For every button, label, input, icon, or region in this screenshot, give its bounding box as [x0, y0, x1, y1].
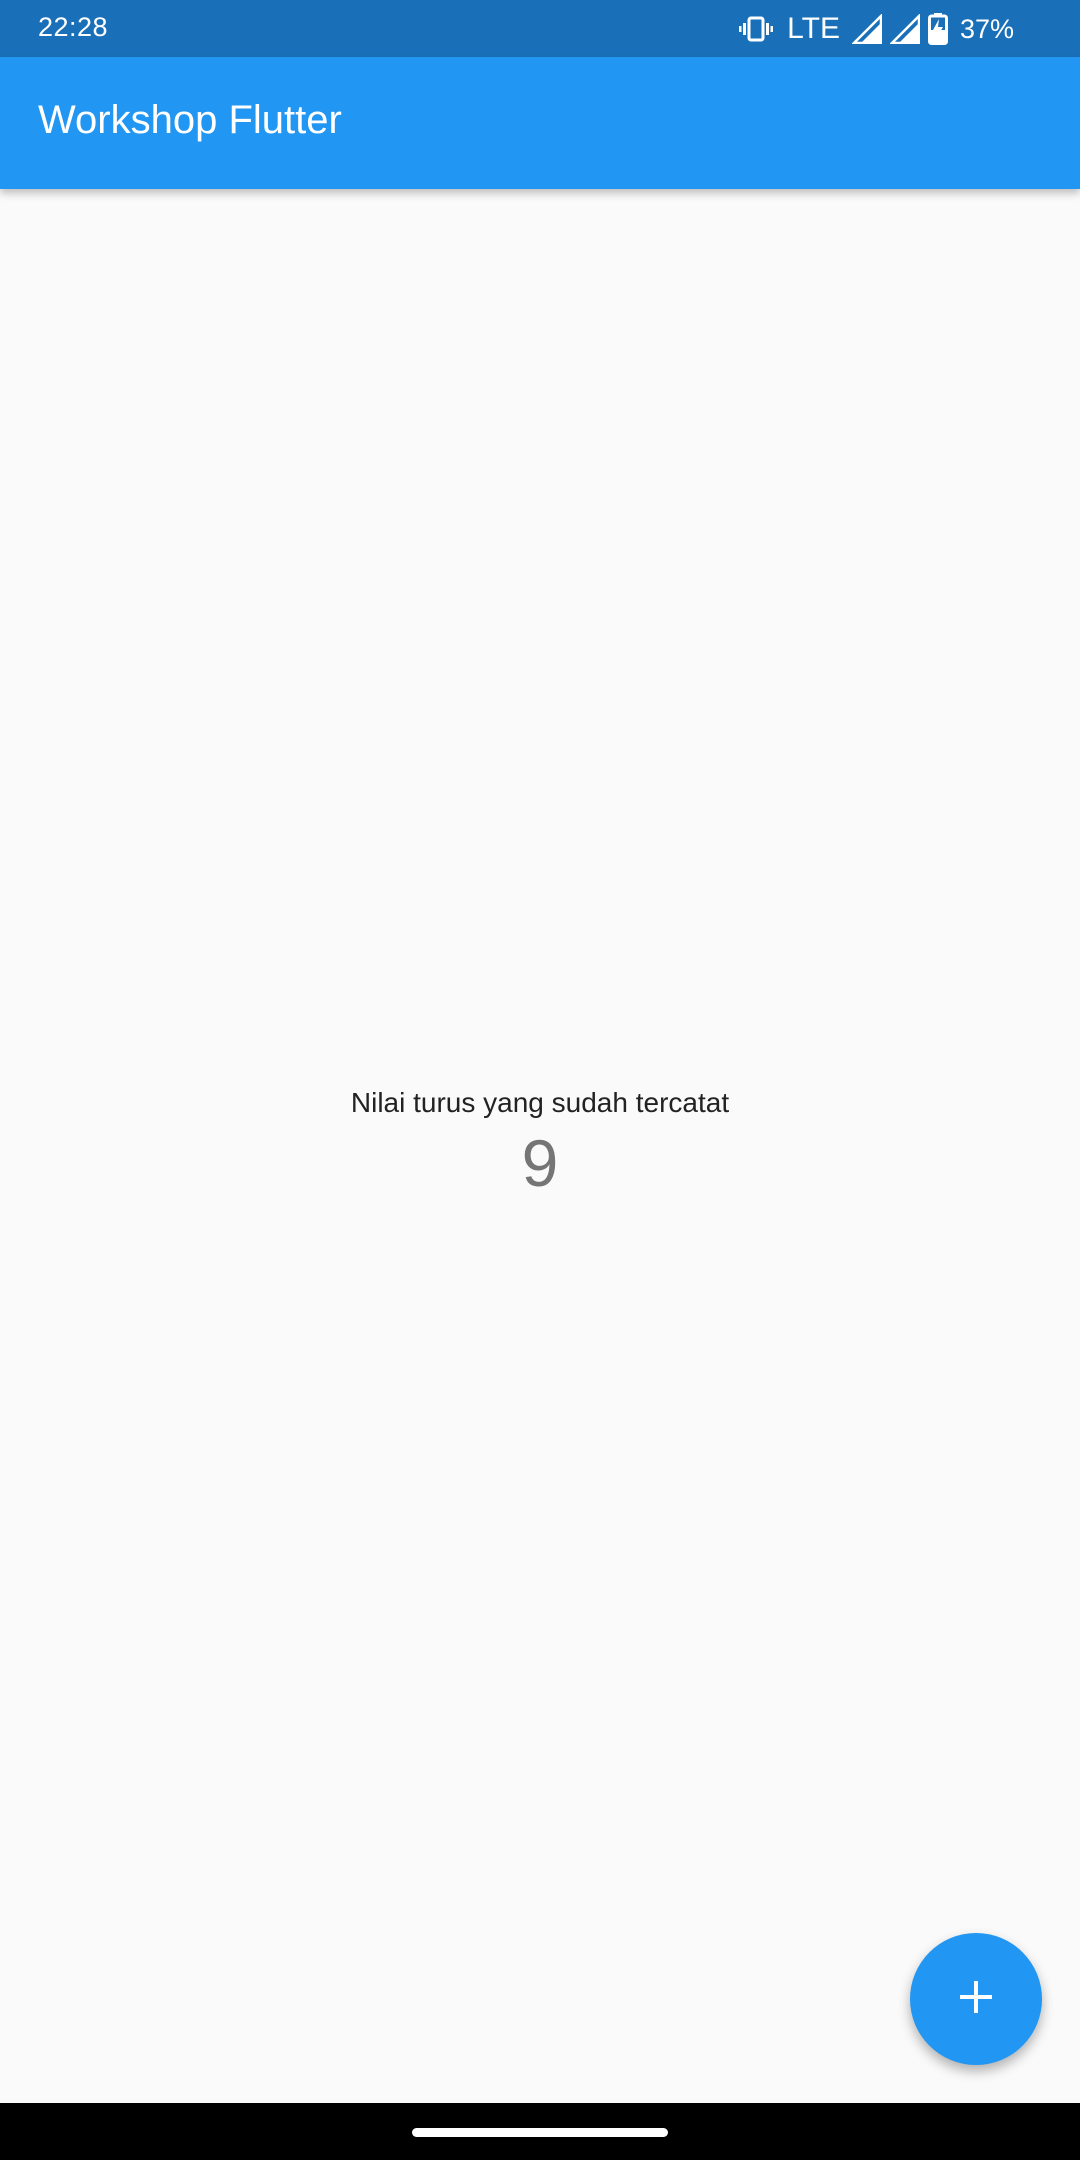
- counter-label: Nilai turus yang sudah tercatat: [350, 1087, 730, 1118]
- status-time: 22:28: [38, 12, 109, 42]
- status-icons: LTE 37%: [739, 9, 1014, 49]
- navigation-bar: [0, 2103, 1080, 2160]
- add-button[interactable]: [910, 1933, 1042, 2065]
- signal-icon: [889, 14, 920, 44]
- signal-icon: [851, 14, 882, 44]
- battery-charging-icon: [927, 13, 948, 45]
- main-content: Nilai turus yang sudah tercatat 9: [0, 189, 1080, 2103]
- app-bar: Workshop Flutter: [0, 57, 1080, 189]
- home-indicator[interactable]: [412, 2128, 668, 2137]
- add-icon: [956, 1977, 996, 2022]
- vibrate-icon: [739, 15, 774, 43]
- battery-percent: 37%: [959, 13, 1014, 44]
- app-screen: 22:28 LTE 37% Workshop Flutter Nilai tur…: [0, 0, 1080, 2160]
- counter-value: 9: [521, 1126, 559, 1200]
- status-bar: 22:28 LTE 37%: [0, 0, 1080, 57]
- network-type: LTE: [787, 12, 840, 45]
- app-title: Workshop Flutter: [38, 98, 342, 142]
